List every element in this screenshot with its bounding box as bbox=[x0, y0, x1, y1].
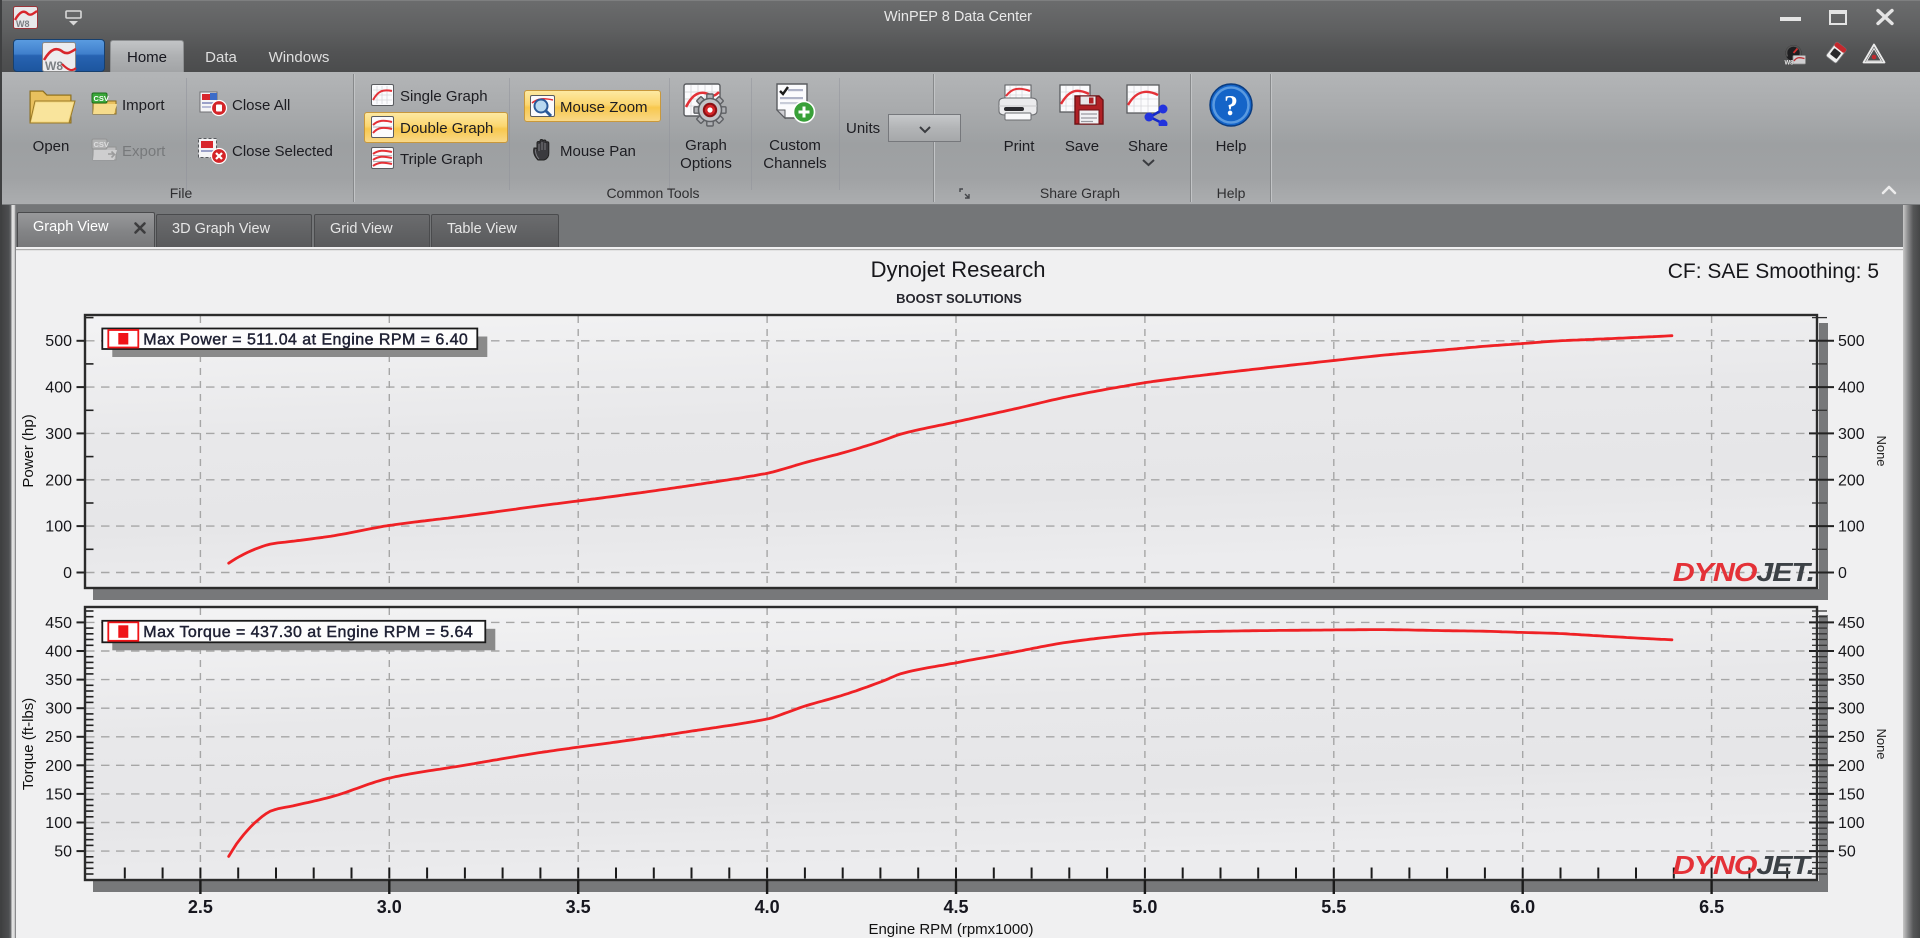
svg-text:450: 450 bbox=[45, 615, 72, 632]
svg-text:250: 250 bbox=[1838, 729, 1865, 746]
svg-text:3.0: 3.0 bbox=[377, 897, 402, 917]
svg-text:150: 150 bbox=[1838, 786, 1865, 803]
svg-text:None: None bbox=[1874, 435, 1889, 466]
svg-text:W8: W8 bbox=[45, 59, 63, 73]
svg-text:400: 400 bbox=[45, 380, 72, 397]
svg-text:CF: SAE Smoothing: 5: CF: SAE Smoothing: 5 bbox=[1668, 260, 1879, 283]
svg-text:Max Power = 511.04 at Engine R: Max Power = 511.04 at Engine RPM = 6.40 bbox=[143, 331, 468, 348]
svg-text:200: 200 bbox=[1838, 472, 1865, 489]
svg-text:0: 0 bbox=[63, 565, 72, 582]
svg-text:DYNOJET.: DYNOJET. bbox=[1673, 850, 1814, 879]
svg-text:CSV: CSV bbox=[94, 140, 109, 149]
svg-text:CSV: CSV bbox=[94, 94, 109, 103]
svg-text:2.5: 2.5 bbox=[188, 897, 213, 917]
svg-text:100: 100 bbox=[45, 815, 72, 832]
svg-text:50: 50 bbox=[1838, 844, 1856, 861]
svg-text:300: 300 bbox=[45, 426, 72, 443]
svg-text:400: 400 bbox=[1838, 644, 1865, 661]
svg-text:0: 0 bbox=[1838, 565, 1847, 582]
svg-text:6.5: 6.5 bbox=[1699, 897, 1724, 917]
svg-text:300: 300 bbox=[45, 701, 72, 718]
svg-text:100: 100 bbox=[45, 519, 72, 536]
svg-text:W8: W8 bbox=[16, 19, 30, 29]
svg-text:250: 250 bbox=[45, 729, 72, 746]
svg-text:Engine RPM (rpmx1000): Engine RPM (rpmx1000) bbox=[868, 921, 1033, 938]
svg-text:350: 350 bbox=[45, 672, 72, 689]
svg-text:400: 400 bbox=[1838, 380, 1865, 397]
svg-text:None: None bbox=[1874, 728, 1889, 759]
svg-text:4.0: 4.0 bbox=[755, 897, 780, 917]
svg-text:200: 200 bbox=[1838, 758, 1865, 775]
svg-text:50: 50 bbox=[54, 844, 72, 861]
svg-text:100: 100 bbox=[1838, 519, 1865, 536]
svg-text:4.5: 4.5 bbox=[943, 897, 968, 917]
svg-text:?: ? bbox=[1224, 91, 1238, 122]
svg-text:DYNOJET.: DYNOJET. bbox=[1673, 557, 1814, 586]
svg-text:350: 350 bbox=[1838, 672, 1865, 689]
svg-text:500: 500 bbox=[45, 333, 72, 350]
svg-text:200: 200 bbox=[45, 472, 72, 489]
svg-text:W8: W8 bbox=[1785, 61, 1795, 66]
svg-text:5.0: 5.0 bbox=[1132, 897, 1157, 917]
svg-text:3.5: 3.5 bbox=[566, 897, 591, 917]
svg-text:BOOST SOLUTIONS: BOOST SOLUTIONS bbox=[896, 291, 1022, 306]
svg-text:Dynojet Research: Dynojet Research bbox=[871, 257, 1046, 282]
svg-text:400: 400 bbox=[45, 644, 72, 661]
svg-text:150: 150 bbox=[45, 786, 72, 803]
svg-text:Torque (ft-lbs): Torque (ft-lbs) bbox=[20, 698, 37, 791]
svg-text:Max Torque = 437.30 at Engine: Max Torque = 437.30 at Engine RPM = 5.64 bbox=[143, 624, 473, 641]
svg-text:300: 300 bbox=[1838, 426, 1865, 443]
svg-text:500: 500 bbox=[1838, 333, 1865, 350]
svg-text:300: 300 bbox=[1838, 701, 1865, 718]
svg-text:450: 450 bbox=[1838, 615, 1865, 632]
svg-text:Power (hp): Power (hp) bbox=[20, 414, 37, 487]
svg-text:200: 200 bbox=[45, 758, 72, 775]
svg-text:6.0: 6.0 bbox=[1510, 897, 1535, 917]
svg-text:100: 100 bbox=[1838, 815, 1865, 832]
svg-text:5.5: 5.5 bbox=[1321, 897, 1346, 917]
